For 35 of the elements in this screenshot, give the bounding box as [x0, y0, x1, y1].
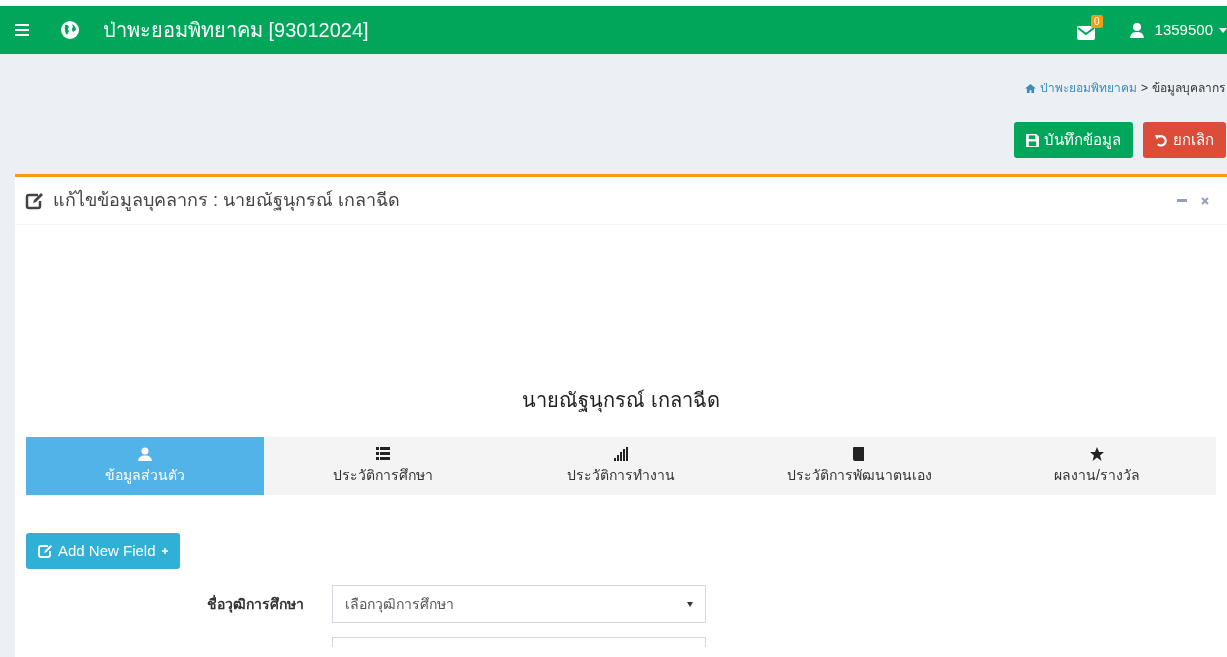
breadcrumb-separator: >: [1141, 80, 1148, 97]
undo-icon: [1155, 133, 1168, 147]
add-field-button[interactable]: Add New Field: [26, 533, 180, 569]
breadcrumb-current: ข้อมูลบุคลากร: [1152, 80, 1225, 97]
person-name: นายณัฐนุกรณ์ เกลาฉีด: [521, 388, 721, 415]
tab[interactable]: ประวัติการศึกษา: [264, 437, 502, 495]
site-title: ป่าพะยอมพิทยาคม [93012024]: [103, 18, 369, 43]
caret-icon[interactable]: [1219, 27, 1227, 33]
mail-count-badge: 0: [1091, 14, 1103, 28]
home-icon: [1025, 83, 1036, 93]
menu-icon[interactable]: [15, 24, 29, 36]
star-icon: [1090, 446, 1104, 461]
cancel-button[interactable]: ยกเลิก: [1143, 122, 1226, 158]
signal-bars-icon: [614, 446, 628, 461]
plus-icon: [161, 548, 168, 554]
tab[interactable]: ประวัติการพัฒนาตนเอง: [740, 437, 978, 495]
user-menu[interactable]: 1359500: [1154, 18, 1213, 42]
tab[interactable]: ประวัติการทำงาน: [502, 437, 740, 495]
close-icon[interactable]: [1201, 196, 1209, 205]
edit-icon: [38, 544, 52, 558]
tab[interactable]: ผลงาน/รางวัล: [978, 437, 1216, 495]
select-field[interactable]: เลือกวุฒิการศึกษา: [332, 585, 706, 623]
breadcrumb-link[interactable]: ป่าพะยอมพิทยาคม: [1040, 79, 1137, 97]
user-icon: [1128, 22, 1145, 38]
book-icon: [852, 446, 866, 461]
panel-title: แก้ไขข้อมูลบุคลากร : นายณัฐนุกรณ์ เกลาฉีด: [53, 189, 400, 213]
globe-icon: [61, 21, 79, 39]
input-field[interactable]: [332, 637, 706, 647]
list-icon: [376, 446, 390, 461]
user-icon: [138, 446, 152, 461]
field-label: ชื่อวุฒิการศึกษา: [206, 593, 305, 615]
edit-icon: [25, 191, 43, 210]
caret-icon: [687, 601, 693, 607]
tab[interactable]: ข้อมูลส่วนตัว: [26, 437, 264, 495]
save-button[interactable]: บันทึกข้อมูล: [1014, 122, 1133, 158]
